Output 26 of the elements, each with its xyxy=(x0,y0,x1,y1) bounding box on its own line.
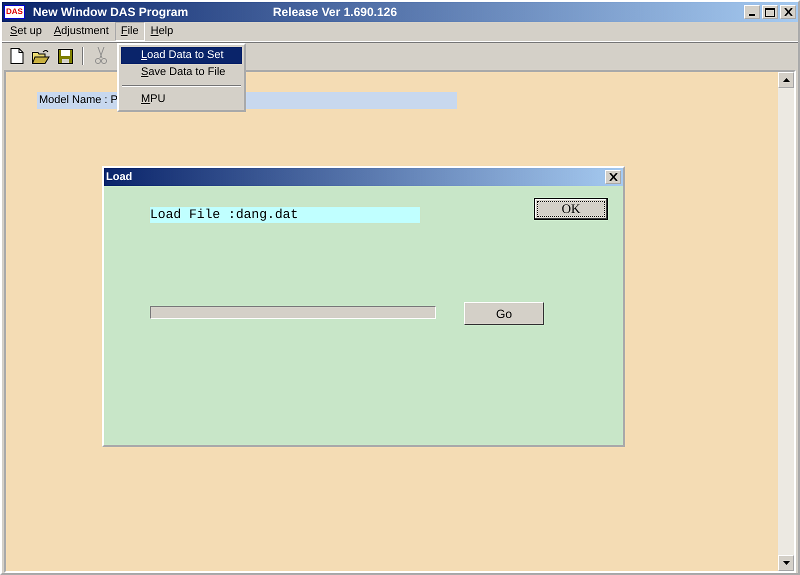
menu-option[interactable]: Save Data to File xyxy=(121,64,242,81)
menu-item[interactable]: Set up xyxy=(4,22,48,41)
up-arrow-icon xyxy=(782,78,790,82)
maximize-button[interactable] xyxy=(762,5,778,19)
menu-item[interactable]: File xyxy=(114,22,145,41)
menu-option[interactable]: Load Data to Set xyxy=(121,47,242,64)
release-version: Release Ver 1.690.126 xyxy=(272,4,398,21)
menu-item[interactable]: Adjustment xyxy=(48,22,115,41)
menu-item[interactable]: Help xyxy=(144,22,180,41)
load-file-label: Load File :dang.dat xyxy=(150,207,420,223)
close-button[interactable] xyxy=(605,170,621,184)
close-icon xyxy=(608,173,618,181)
down-arrow-icon xyxy=(782,561,790,565)
scroll-up-button[interactable] xyxy=(778,72,794,88)
scrollbar[interactable] xyxy=(778,72,794,571)
close-button[interactable] xyxy=(780,5,796,19)
go-button[interactable]: Go xyxy=(464,302,544,325)
scroll-down-button[interactable] xyxy=(778,555,794,571)
minimize-button[interactable] xyxy=(744,5,760,19)
close-icon xyxy=(784,8,792,16)
app-icon: DAS xyxy=(4,5,25,19)
maximize-icon xyxy=(765,8,775,16)
window-title: New Window DAS Program xyxy=(32,4,190,21)
ok-button[interactable]: OK xyxy=(534,198,608,220)
dialog-title: Load xyxy=(106,170,132,185)
menu-option[interactable]: MPU xyxy=(121,91,242,108)
